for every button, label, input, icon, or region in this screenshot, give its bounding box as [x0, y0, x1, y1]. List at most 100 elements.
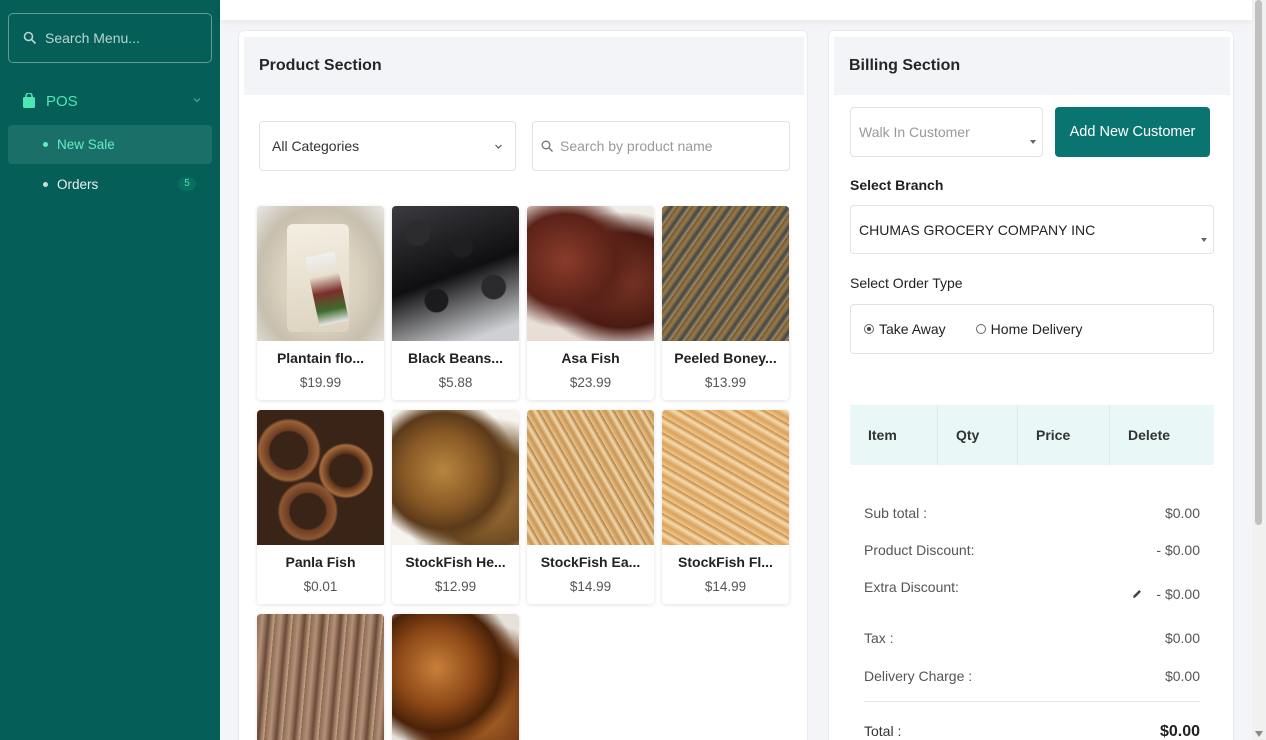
nav-item-label: Orders	[57, 177, 99, 192]
product-price: $5.88	[438, 375, 473, 390]
total-label: Total :	[864, 723, 902, 739]
product-card[interactable]	[392, 614, 519, 740]
select-branch-label: Select Branch	[850, 177, 944, 193]
product-name: Plantain flo...	[276, 350, 365, 366]
branch-select[interactable]: CHUMAS GROCERY COMPANY INC	[850, 205, 1214, 254]
product-search-input[interactable]: Search by product name	[532, 121, 790, 171]
delivery-charge-label: Delivery Charge :	[864, 668, 973, 684]
product-price: $14.99	[569, 579, 612, 594]
radio-unchecked-icon	[975, 324, 986, 334]
menu-search-placeholder: Search Menu...	[45, 30, 140, 46]
total-row: Total : $0.00	[864, 723, 1200, 740]
sidebar: Search Menu... POS New Sale Orders 5	[0, 0, 220, 740]
subtotal-label: Sub total :	[864, 505, 928, 521]
product-name: StockFish Ea...	[540, 554, 641, 570]
menu-search-input[interactable]: Search Menu...	[8, 13, 212, 63]
product-price: $13.99	[704, 375, 747, 390]
subtotal-row: Sub total : $0.00	[864, 505, 1200, 521]
branch-value: CHUMAS GROCERY COMPANY INC	[859, 221, 1096, 238]
product-card-peeled-boney[interactable]: Peeled Boney... $13.99	[662, 206, 789, 400]
category-value: All Categories	[272, 138, 360, 154]
product-section-title: Product Section	[244, 37, 804, 95]
subtotal-value: $0.00	[1164, 505, 1200, 521]
nav-pos-label: POS	[46, 92, 78, 110]
tax-row: Tax : $0.00	[864, 630, 1200, 646]
product-image	[257, 614, 384, 740]
customer-placeholder: Walk In Customer	[859, 124, 970, 140]
product-name: Black Beans...	[408, 350, 503, 366]
product-image	[392, 614, 519, 740]
radio-label: Home Delivery	[990, 321, 1083, 337]
product-image	[257, 206, 384, 341]
column-delete: Delete	[1128, 427, 1171, 443]
product-image	[527, 410, 654, 545]
order-type-group: Take Away Home Delivery	[850, 304, 1214, 354]
product-card-stockfish-head[interactable]: StockFish He... $12.99	[392, 410, 519, 604]
product-image	[662, 206, 789, 341]
bullet-icon	[43, 142, 48, 147]
customer-select[interactable]: Walk In Customer	[850, 107, 1043, 157]
nav-pos[interactable]: POS	[22, 88, 202, 114]
radio-label: Take Away	[879, 321, 946, 337]
product-discount-value: - $0.00	[1156, 542, 1200, 558]
column-qty: Qty	[938, 405, 1018, 465]
product-image	[257, 410, 384, 545]
nav-item-orders[interactable]: Orders 5	[8, 165, 212, 204]
product-card-asa-fish[interactable]: Asa Fish $23.99	[527, 206, 654, 400]
product-discount-row: Product Discount: - $0.00	[864, 542, 1200, 558]
category-select[interactable]: All Categories	[259, 121, 516, 171]
tax-label: Tax :	[864, 630, 894, 646]
summary-divider	[864, 701, 1200, 702]
product-image	[527, 206, 654, 341]
product-price: $12.99	[434, 579, 477, 594]
radio-checked-icon	[864, 324, 874, 334]
chevron-down-icon	[495, 144, 502, 149]
product-price: $19.99	[299, 375, 342, 390]
page-scrollbar[interactable]	[1252, 0, 1266, 740]
billing-section-title: Billing Section	[834, 37, 1230, 95]
product-card[interactable]	[257, 614, 384, 740]
product-price: $14.99	[704, 579, 747, 594]
extra-discount-row: Extra Discount: - $0.00	[864, 579, 1200, 602]
product-price: $23.99	[569, 375, 612, 390]
product-card-black-beans[interactable]: Black Beans... $5.88	[392, 206, 519, 400]
total-value: $0.00	[1159, 723, 1200, 740]
select-order-type-label: Select Order Type	[850, 275, 963, 291]
orders-count-badge: 5	[178, 177, 196, 191]
product-name: Asa Fish	[561, 350, 620, 366]
search-icon	[23, 31, 37, 45]
product-card-plantain-flour[interactable]: Plantain flo... $19.99	[257, 206, 384, 400]
scroll-down-arrow-icon[interactable]	[1255, 731, 1263, 737]
delivery-charge-value: $0.00	[1164, 668, 1200, 684]
extra-discount-value: - $0.00	[1156, 586, 1200, 602]
nav-item-label: New Sale	[57, 137, 115, 152]
tax-value: $0.00	[1164, 630, 1200, 646]
product-card-stockfish-flake[interactable]: StockFish Fl... $14.99	[662, 410, 789, 604]
product-name: Peeled Boney...	[674, 350, 777, 366]
product-image	[392, 410, 519, 545]
product-discount-label: Product Discount:	[864, 542, 975, 558]
chevron-down-icon	[193, 98, 201, 103]
nav-item-new-sale[interactable]: New Sale	[8, 125, 212, 164]
home-delivery-radio[interactable]: Home Delivery	[975, 321, 1083, 337]
top-bar	[220, 0, 1252, 20]
column-item: Item	[850, 405, 938, 465]
column-price: Price	[1018, 405, 1110, 465]
edit-pencil-icon[interactable]	[1131, 588, 1143, 600]
product-card-stockfish-ear[interactable]: StockFish Ea... $14.99	[527, 410, 654, 604]
product-card-panla-fish[interactable]: Panla Fish $0.01	[257, 410, 384, 604]
product-image	[392, 206, 519, 341]
extra-discount-label: Extra Discount:	[864, 579, 959, 595]
scrollbar-thumb[interactable]	[1255, 0, 1262, 525]
take-away-radio[interactable]: Take Away	[864, 321, 946, 337]
search-icon	[541, 140, 553, 152]
product-image	[662, 410, 789, 545]
add-new-customer-button[interactable]: Add New Customer	[1055, 107, 1210, 157]
product-name: StockFish He...	[405, 554, 506, 570]
cart-table-header: Item Qty Price Delete	[850, 405, 1214, 465]
product-search-placeholder: Search by product name	[560, 138, 713, 154]
delivery-charge-row: Delivery Charge : $0.00	[864, 668, 1200, 684]
caret-down-icon	[1201, 238, 1207, 242]
product-name: StockFish Fl...	[678, 554, 773, 570]
product-name: Panla Fish	[285, 554, 356, 570]
